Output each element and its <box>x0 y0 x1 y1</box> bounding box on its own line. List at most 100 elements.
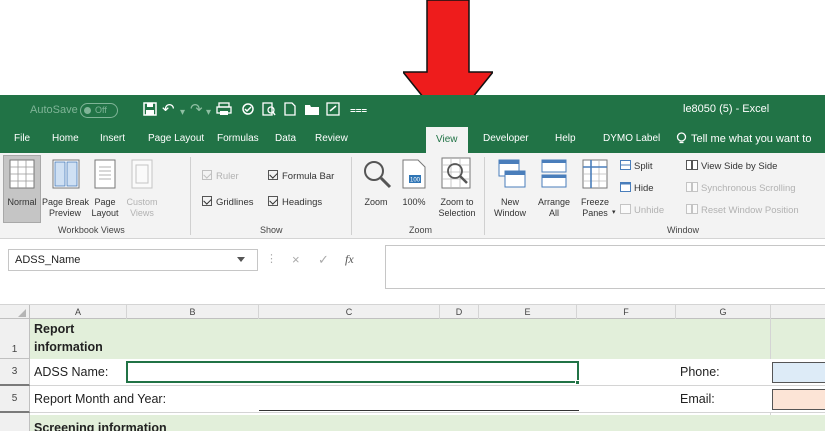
zoom-100-label: 100% <box>402 197 426 207</box>
tab-review[interactable]: Review <box>315 133 348 144</box>
zoom-magnifier-icon[interactable] <box>362 159 392 189</box>
zoom-selection-label-1: Zoom to <box>440 197 474 207</box>
normal-view-icon <box>9 159 35 189</box>
open-folder-icon[interactable] <box>304 100 320 120</box>
column-header-f[interactable]: F <box>577 305 676 319</box>
page-layout-label-1: Page <box>94 197 116 207</box>
zoom-group-label: Zoom <box>409 225 433 235</box>
custom-views-icon[interactable] <box>131 159 153 189</box>
page-break-preview-icon[interactable] <box>52 159 80 189</box>
screening-info-heading: Screening information <box>34 421 167 431</box>
customize-qat-icon[interactable]: ⩶ <box>350 101 367 121</box>
report-month-underline[interactable] <box>259 410 579 411</box>
formula-bar-label: Formula Bar <box>282 171 335 182</box>
zoom-label: Zoom <box>364 197 388 207</box>
name-box-dropdown-icon[interactable] <box>237 257 245 262</box>
tab-data[interactable]: Data <box>275 133 296 144</box>
tab-home[interactable]: Home <box>52 133 79 144</box>
fill-handle[interactable] <box>575 380 580 385</box>
column-header-b[interactable]: B <box>127 305 259 319</box>
email-label: Email: <box>680 392 715 406</box>
freeze-panes-icon[interactable] <box>582 159 608 189</box>
headings-checkbox[interactable]: Headings <box>268 196 322 208</box>
tab-help[interactable]: Help <box>555 133 576 144</box>
workbook-views-group-label: Workbook Views <box>58 225 125 235</box>
tab-dymo-label[interactable]: DYMO Label <box>603 133 660 144</box>
print-icon[interactable] <box>216 100 232 120</box>
save-as-icon[interactable] <box>326 100 340 120</box>
gridlines-checkbox[interactable]: Gridlines <box>202 196 254 208</box>
cancel-entry-icon[interactable]: × <box>292 252 300 267</box>
synchronous-scrolling-icon <box>686 182 698 192</box>
window-title: le8050 (5) - Excel <box>683 103 770 115</box>
unhide-button[interactable]: Unhide <box>620 204 664 216</box>
custom-views-label-2: Views <box>130 208 154 218</box>
split-button[interactable]: Split <box>620 160 652 172</box>
row-header-1[interactable]: 1 <box>0 319 30 359</box>
page-layout-icon[interactable] <box>94 159 116 189</box>
hide-icon <box>620 182 631 192</box>
redo-dropdown-icon[interactable]: ▾ <box>206 103 211 123</box>
column-header-row: A B C D E F G <box>0 304 825 319</box>
name-box[interactable]: ADSS_Name <box>8 249 258 271</box>
zoom-100-icon[interactable]: 100 <box>402 159 426 189</box>
adss-name-input-cell[interactable] <box>126 361 579 383</box>
section-band-report-info <box>30 319 825 359</box>
column-header-c[interactable]: C <box>259 305 440 319</box>
row-header-3[interactable]: 3 <box>0 359 30 386</box>
insert-function-icon[interactable]: fx <box>345 252 354 267</box>
view-side-by-side-button[interactable]: View Side by Side <box>686 160 777 172</box>
column-header-g[interactable]: G <box>676 305 771 319</box>
adss-name-label: ADSS Name: <box>34 365 109 379</box>
row-header-next[interactable] <box>0 413 30 431</box>
synchronous-scrolling-label: Synchronous Scrolling <box>701 183 796 194</box>
confirm-entry-icon[interactable]: ✓ <box>318 252 329 268</box>
tab-file[interactable]: File <box>14 133 30 144</box>
autosave-toggle[interactable]: Off <box>80 103 118 118</box>
phone-input-cell[interactable] <box>772 362 825 383</box>
arrange-all-label-2: All <box>548 208 559 218</box>
tab-formulas[interactable]: Formulas <box>217 133 259 144</box>
freeze-panes-dropdown-icon[interactable]: ▾ <box>612 208 616 216</box>
tab-page-layout[interactable]: Page Layout <box>148 133 204 144</box>
save-icon[interactable] <box>143 100 157 120</box>
split-label: Split <box>634 161 653 172</box>
tab-developer[interactable]: Developer <box>483 133 529 144</box>
email-input-cell[interactable] <box>772 389 825 410</box>
view-side-by-side-label: View Side by Side <box>701 161 778 172</box>
report-info-line-2: information <box>34 340 103 354</box>
autosave-label: AutoSave <box>30 104 78 116</box>
formula-bar: ADSS_Name ⋮ × ✓ fx <box>0 239 825 295</box>
select-all-corner[interactable] <box>0 305 30 319</box>
ruler-checkbox[interactable]: Ruler <box>202 170 239 182</box>
lightbulb-icon <box>676 132 687 144</box>
undo-dropdown-icon[interactable]: ▾ <box>180 103 185 123</box>
arrange-all-icon[interactable] <box>541 159 567 189</box>
tab-insert[interactable]: Insert <box>100 133 125 144</box>
undo-icon[interactable]: ↶ <box>162 100 175 120</box>
zoom-to-selection-icon[interactable] <box>441 157 471 189</box>
tab-view[interactable]: View <box>426 127 468 153</box>
synchronous-scrolling-button[interactable]: Synchronous Scrolling <box>686 182 796 194</box>
formula-bar-checkbox[interactable]: Formula Bar <box>268 170 334 182</box>
row-header-5[interactable]: 5 <box>0 386 30 413</box>
reset-window-position-label: Reset Window Position <box>701 205 799 216</box>
hide-button[interactable]: Hide <box>620 182 654 194</box>
print-preview-icon[interactable] <box>262 100 276 120</box>
new-window-icon[interactable] <box>498 159 526 189</box>
reset-window-position-button[interactable]: Reset Window Position <box>686 204 799 216</box>
page-break-label-1: Page Break <box>42 197 90 207</box>
worksheet-grid: A B C D E F G 1 3 5 Report information A… <box>0 295 825 431</box>
new-window-label-1: New <box>500 197 519 207</box>
window-group-label: Window <box>667 225 700 235</box>
redo-icon[interactable]: ↷ <box>190 100 203 120</box>
column-header-e[interactable]: E <box>479 305 577 319</box>
spelling-icon[interactable] <box>240 100 256 120</box>
column-header-d[interactable]: D <box>440 305 479 319</box>
new-file-icon[interactable] <box>284 100 296 120</box>
tell-me-search[interactable]: Tell me what you want to <box>676 132 811 145</box>
column-header-a[interactable]: A <box>30 305 127 319</box>
gridlines-label: Gridlines <box>216 197 254 208</box>
page-break-label-2: Preview <box>48 208 81 218</box>
formula-input[interactable] <box>385 245 825 289</box>
